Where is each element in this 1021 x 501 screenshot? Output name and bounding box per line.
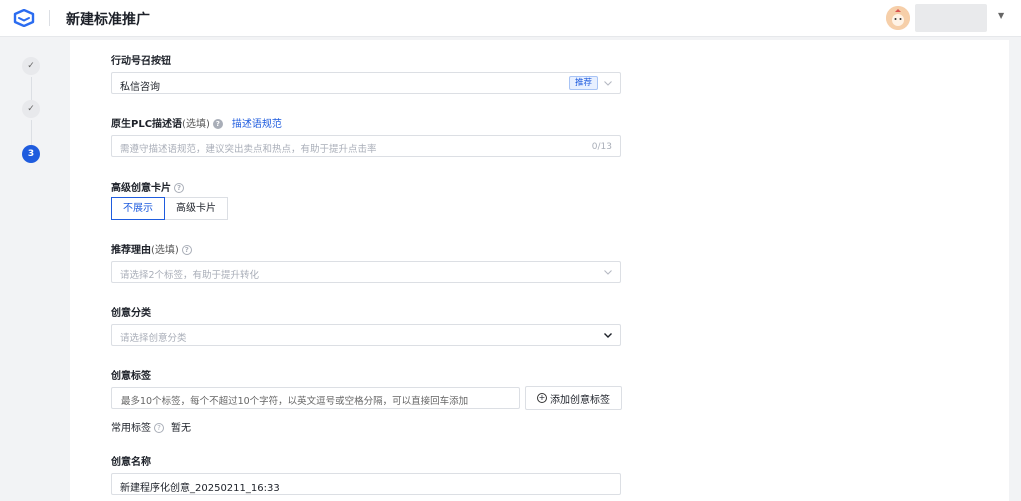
add-tag-label: 添加创意标签 [550, 394, 610, 406]
option-hide-card[interactable]: 不展示 [111, 197, 165, 220]
header-divider [49, 10, 50, 26]
step-1-done[interactable]: ✓ [22, 57, 40, 75]
name-label: 创意名称 [111, 457, 151, 468]
info-icon[interactable]: ? [174, 183, 184, 193]
reason-placeholder: 请选择2个标签，有助于提升转化 [120, 270, 260, 281]
char-counter: 0/13 [591, 142, 612, 152]
help-icon[interactable]: ? [212, 119, 223, 129]
step-indicator: ✓ ✓ 3 [0, 37, 70, 501]
call-button-value: 私信咨询 [120, 82, 160, 93]
creative-name-input[interactable]: 新建程序化创意_20250211_16:33 [111, 473, 621, 495]
step-connector [31, 77, 32, 100]
tags-label: 创意标签 [111, 371, 151, 382]
advanced-card-toggle: 不展示 高级卡片 [111, 197, 228, 220]
chevron-down-icon[interactable]: ▼ [998, 11, 1004, 20]
tags-placeholder: 最多10个标签，每个不超过10个字符，以英文逗号或空格分隔，可以直接回车添加 [121, 396, 469, 407]
common-tags: 常用标签? 暂无 [111, 419, 191, 434]
category-placeholder: 请选择创意分类 [120, 333, 187, 344]
reason-label: 推荐理由(选填)? [111, 241, 192, 256]
optional-hint: (选填) [182, 119, 210, 130]
common-tags-empty: 暂无 [171, 423, 191, 434]
step-3-active[interactable]: 3 [22, 145, 40, 163]
top-bar: 新建标准推广 ▼ [0, 0, 1021, 37]
chevron-down-icon [604, 81, 612, 86]
plc-desc-placeholder: 需遵守描述语规范，建议突出卖点和热点，有助于提升点击率 [120, 144, 377, 155]
advanced-card-label: 高级创意卡片? [111, 179, 184, 194]
avatar[interactable] [886, 6, 910, 30]
reason-select[interactable]: 请选择2个标签，有助于提升转化 [111, 261, 621, 283]
info-icon[interactable]: ? [154, 423, 164, 433]
plc-desc-label: 原生PLC描述语(选填)? 描述语规范 [111, 119, 282, 130]
tags-input[interactable]: 最多10个标签，每个不超过10个字符，以英文逗号或空格分隔，可以直接回车添加 [111, 387, 520, 409]
recommend-badge: 推荐 [569, 76, 599, 90]
category-label: 创意分类 [111, 308, 151, 319]
call-button-select[interactable]: 私信咨询 推荐 [111, 72, 621, 94]
step-2-done[interactable]: ✓ [22, 100, 40, 118]
common-tags-label: 常用标签 [111, 423, 151, 434]
creative-name-value: 新建程序化创意_20250211_16:33 [120, 483, 280, 494]
page-title: 新建标准推广 [66, 12, 150, 28]
step-connector [31, 120, 32, 145]
info-icon[interactable]: ? [181, 245, 192, 255]
check-icon: ✓ [27, 104, 35, 114]
option-advanced-card[interactable]: 高级卡片 [165, 197, 228, 220]
user-name-box[interactable] [915, 4, 987, 32]
check-icon: ✓ [27, 61, 35, 71]
chevron-down-icon [604, 333, 612, 338]
app-logo-icon[interactable] [13, 9, 35, 27]
category-select[interactable]: 请选择创意分类 [111, 324, 621, 346]
desc-rules-link[interactable]: 描述语规范 [232, 119, 282, 130]
plus-circle-icon: + [537, 393, 547, 403]
add-tag-button[interactable]: + 添加创意标签 [525, 386, 622, 410]
optional-hint: (选填) [151, 245, 179, 256]
plc-desc-input[interactable]: 需遵守描述语规范，建议突出卖点和热点，有助于提升点击率 0/13 [111, 135, 621, 157]
avatar-image [886, 6, 910, 30]
chevron-down-icon [604, 270, 612, 275]
step-number: 3 [27, 149, 35, 159]
call-button-label: 行动号召按钮 [111, 56, 171, 67]
